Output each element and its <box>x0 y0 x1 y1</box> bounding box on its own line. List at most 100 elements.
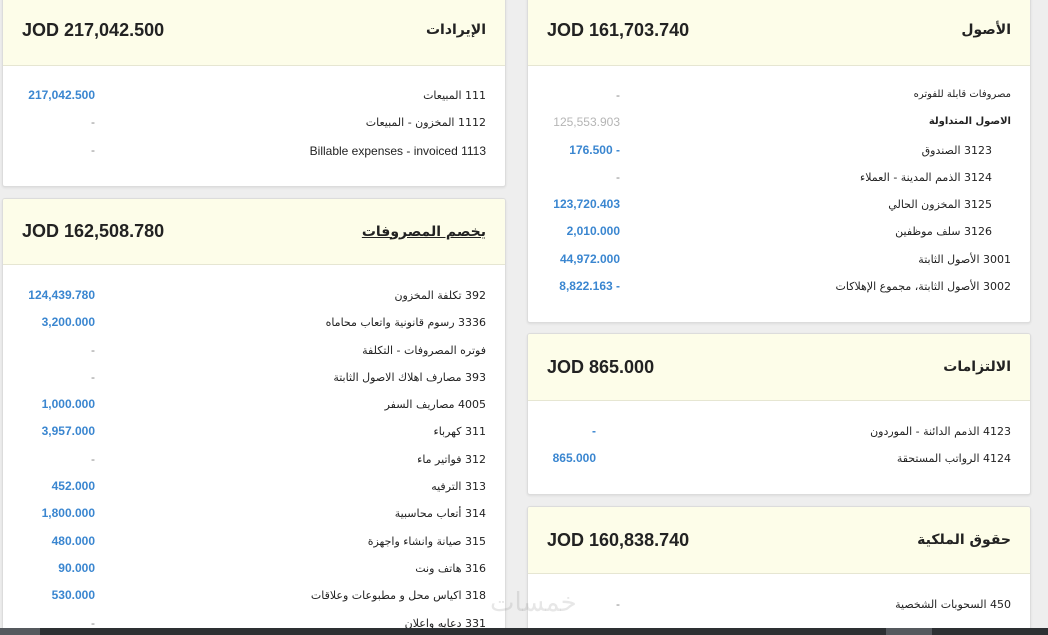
account-value-link[interactable]: 2,010.000 <box>567 224 620 238</box>
list-item: 4005 مصاريف السفر 1,000.000 <box>3 394 505 421</box>
list-item: 3123 الصندوق 176.500 - <box>528 140 1030 167</box>
list-item: 3002 الأصول الثابتة، مجموع الإهلاكات 8,8… <box>528 276 1030 303</box>
assets-title: الأصول <box>961 22 1011 38</box>
list-item: 3124 الذمم المدينة - العملاء - <box>528 167 1030 194</box>
list-item: Billable expenses - invoiced 1113 - <box>3 140 505 167</box>
equity-title: حقوق الملكية <box>917 532 1011 548</box>
list-item: 393 مصارف اهلاك الاصول الثابتة - <box>3 367 505 394</box>
account-label: 3124 الذمم المدينة - العملاء <box>860 170 992 184</box>
account-value-link[interactable]: 176.500 - <box>569 143 620 157</box>
account-value: - <box>616 88 620 102</box>
equity-header: JOD 160,838.740 حقوق الملكية <box>528 507 1030 574</box>
account-value: - <box>91 115 95 130</box>
list-item: 3001 الأصول الثابتة 44,972.000 <box>528 249 1030 276</box>
list-item: 316 هاتف ونت 90.000 <box>3 558 505 585</box>
list-item: 3336 رسوم قانونية واتعاب محاماه 3,200.00… <box>3 312 505 339</box>
expenses-card: JOD 162,508.780 يخصم المصروفات 392 تكلفة… <box>2 198 506 635</box>
equity-total: JOD 160,838.740 <box>547 529 690 550</box>
account-label: 312 فواتير ماء <box>417 452 486 466</box>
account-label: 1112 المخزون - المبيعات <box>365 116 486 130</box>
watermark-logo: خمسات <box>490 588 577 618</box>
assets-total: JOD 161,703.740 <box>547 19 690 40</box>
bottom-bar-segment <box>0 628 40 635</box>
list-item: 3126 سلف موظفين 2,010.000 <box>528 221 1030 248</box>
account-value-link[interactable]: 865.000 <box>553 451 596 465</box>
account-label: 3336 رسوم قانونية واتعاب محاماه <box>325 316 486 330</box>
list-item: 318 اكياس محل و مطبوعات وعلاقات 530.000 <box>3 585 505 612</box>
account-value-link[interactable]: 8,822.163 - <box>559 279 620 293</box>
revenue-header: JOD 217,042.500 الإيرادات <box>3 0 505 66</box>
account-value: - <box>91 369 95 384</box>
account-label: 4005 مصاريف السفر <box>384 398 486 412</box>
account-label: 450 السحوبات الشخصية <box>895 598 1011 611</box>
account-value-link[interactable]: 3,957.000 <box>42 424 95 438</box>
account-label: 111 المبيعات <box>423 89 486 102</box>
account-value-link[interactable]: 1,800.000 <box>42 506 95 520</box>
account-value-link[interactable]: 44,972.000 <box>560 252 620 266</box>
account-value: - <box>616 169 620 184</box>
account-label: 311 كهرباء <box>433 425 486 439</box>
list-item: 1112 المخزون - المبيعات - <box>3 112 505 139</box>
account-group-value: 125,553.903 <box>553 115 620 130</box>
list-item: 314 أتعاب محاسبية 1,800.000 <box>3 503 505 530</box>
account-label: 392 تكلفة المخزون <box>394 289 486 302</box>
account-value-link[interactable]: 530.000 <box>52 588 95 602</box>
account-value: - <box>91 342 95 357</box>
bottom-bar <box>0 628 1048 635</box>
account-value-link[interactable]: 124,439.780 <box>28 288 95 302</box>
account-value-link[interactable]: 1,000.000 <box>42 397 95 411</box>
account-label: 314 أتعاب محاسبية <box>394 507 486 521</box>
account-value: - <box>91 451 95 466</box>
list-item: 311 كهرباء 3,957.000 <box>3 421 505 448</box>
account-value-link[interactable]: 452.000 <box>52 479 95 493</box>
account-label: فوتره المصروفات - التكلفة <box>362 343 486 357</box>
list-item: مصروفات قابلة للفوتره - <box>528 85 1030 112</box>
account-label: Billable expenses - invoiced 1113 <box>309 143 486 158</box>
liabilities-total: JOD 865.000 <box>547 356 655 377</box>
account-label: 313 الترفيه <box>431 480 486 494</box>
revenue-total: JOD 217,042.500 <box>22 19 165 40</box>
list-item: 4123 الذمم الدائنة - الموردون - <box>528 421 1030 448</box>
account-label: 3126 سلف موظفين <box>895 225 992 239</box>
account-label: 315 صيانة وانشاء واجهزة <box>367 534 486 548</box>
expenses-title: يخصم المصروفات <box>361 223 486 240</box>
account-value-link[interactable]: 480.000 <box>52 534 95 548</box>
account-value: - <box>592 424 596 438</box>
list-item: 111 المبيعات 217,042.500 <box>3 85 505 112</box>
account-value-link[interactable]: 123,720.403 <box>553 197 620 211</box>
account-value-link[interactable]: 3,200.000 <box>42 315 95 329</box>
liabilities-title: الالتزامات <box>943 359 1011 375</box>
list-item: الاصول المتداولة 125,553.903 <box>528 112 1030 139</box>
list-item: فوتره المصروفات - التكلفة - <box>3 340 505 367</box>
account-label: 3001 الأصول الثابتة <box>918 252 1011 266</box>
assets-header: JOD 161,703.740 الأصول <box>528 0 1030 66</box>
list-item: 3125 المخزون الحالي 123,720.403 <box>528 194 1030 221</box>
account-value: - <box>91 142 95 157</box>
account-value-link[interactable]: 217,042.500 <box>28 88 95 102</box>
account-label: 393 مصارف اهلاك الاصول الثابتة <box>333 370 486 384</box>
list-item: 312 فواتير ماء - <box>3 449 505 476</box>
list-item: 313 الترفيه 452.000 <box>3 476 505 503</box>
equity-card: JOD 160,838.740 حقوق الملكية 450 السحوبا… <box>527 506 1031 635</box>
account-value: - <box>616 597 620 611</box>
bottom-bar-segment <box>886 628 932 635</box>
assets-card: JOD 161,703.740 الأصول مصروفات قابلة للف… <box>527 0 1031 323</box>
account-label: 4124 الرواتب المستحقة <box>896 452 1011 466</box>
account-label: 3125 المخزون الحالي <box>888 198 992 212</box>
account-group-label: الاصول المتداولة <box>928 116 1011 128</box>
revenue-title: الإيرادات <box>425 22 486 38</box>
account-label: 3002 الأصول الثابتة، مجموع الإهلاكات <box>835 280 1011 294</box>
list-item: 315 صيانة وانشاء واجهزة 480.000 <box>3 531 505 558</box>
account-label: 318 اكياس محل و مطبوعات وعلاقات <box>310 589 486 603</box>
list-item: 4124 الرواتب المستحقة 865.000 <box>528 448 1030 475</box>
account-label: مصروفات قابلة للفوتره <box>913 89 1011 100</box>
account-label: 4123 الذمم الدائنة - الموردون <box>870 425 1011 438</box>
account-label: 3123 الصندوق <box>921 143 992 157</box>
liabilities-card: JOD 865.000 الالتزامات 4123 الذمم الدائن… <box>527 333 1031 495</box>
list-item: 392 تكلفة المخزون 124,439.780 <box>3 285 505 312</box>
account-value-link[interactable]: 90.000 <box>58 561 95 575</box>
revenue-card: JOD 217,042.500 الإيرادات 111 المبيعات 2… <box>2 0 506 187</box>
liabilities-header: JOD 865.000 الالتزامات <box>528 334 1030 401</box>
account-label: 316 هاتف ونت <box>415 561 486 575</box>
list-item: 450 السحوبات الشخصية - <box>528 594 1030 621</box>
